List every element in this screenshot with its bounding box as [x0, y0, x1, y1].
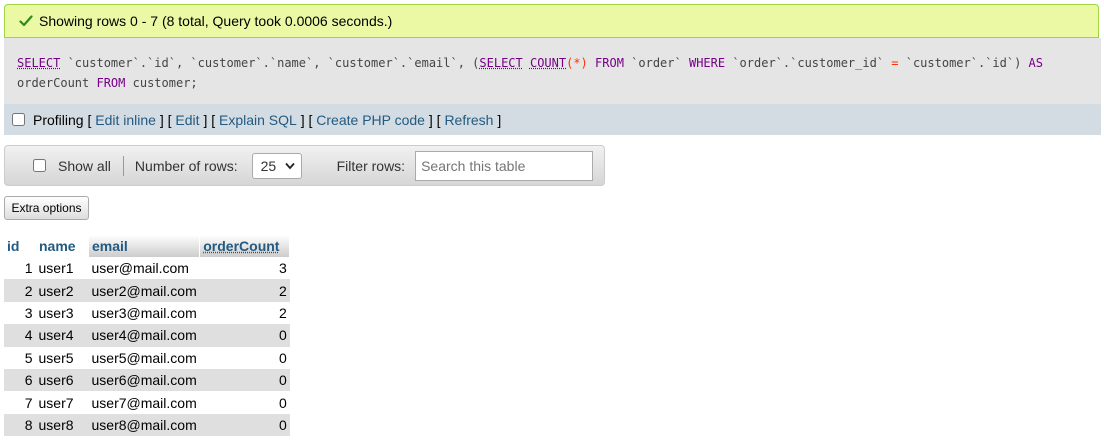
sql-token: COUNT: [529, 56, 567, 70]
sql-token: SELECT: [479, 56, 523, 70]
profiling-checkbox[interactable]: [12, 113, 25, 126]
table-row[interactable]: 3 user3 user3@mail.com 2: [4, 301, 290, 325]
cell-name[interactable]: user5: [35, 346, 89, 369]
column-header-email[interactable]: email: [88, 235, 201, 257]
cell-name[interactable]: user4: [35, 324, 89, 347]
profiling-label: Profiling: [33, 111, 84, 128]
sql-token: WHERE: [688, 56, 726, 70]
sql-token: FROM: [595, 56, 624, 70]
table-row[interactable]: 2 user2 user2@mail.com 2: [4, 279, 290, 302]
cell-name[interactable]: user7: [35, 391, 89, 414]
cell-id[interactable]: 7: [4, 391, 36, 414]
cell-ordercount[interactable]: 0: [199, 413, 290, 437]
show-all-checkbox[interactable]: [33, 159, 46, 172]
sql-token: FROM: [96, 76, 126, 90]
cell-email[interactable]: user5@mail.com: [88, 346, 200, 369]
sql-token: `order`.`customer_id`: [725, 56, 892, 70]
chevron-down-icon: [284, 162, 295, 169]
table-row[interactable]: 8 user8 user8@mail.com 0: [4, 413, 290, 437]
cell-email[interactable]: user4@mail.com: [88, 324, 200, 347]
cell-id[interactable]: 3: [4, 301, 36, 325]
cell-id[interactable]: 6: [4, 368, 36, 392]
create-php-code-link[interactable]: Create PHP code: [316, 112, 425, 128]
cell-id[interactable]: 1: [4, 257, 36, 280]
cell-ordercount[interactable]: 0: [199, 324, 290, 347]
sql-token: `customer`.`id`): [898, 56, 1029, 70]
cell-id[interactable]: 8: [4, 413, 36, 437]
cell-id[interactable]: 4: [4, 324, 36, 347]
cell-ordercount[interactable]: 2: [199, 279, 290, 302]
cell-ordercount[interactable]: 2: [199, 301, 290, 325]
filter-rows-label: Filter rows:: [336, 157, 406, 174]
cell-name[interactable]: user1: [35, 257, 89, 280]
cell-email[interactable]: user7@mail.com: [88, 391, 200, 414]
extra-options-button[interactable]: Extra options: [4, 196, 89, 220]
cell-ordercount[interactable]: 3: [199, 257, 290, 280]
cell-email[interactable]: user3@mail.com: [88, 301, 200, 325]
table-row[interactable]: 6 user6 user6@mail.com 0: [4, 368, 290, 392]
filter-rows-input[interactable]: [415, 150, 594, 181]
column-header-ordercount[interactable]: orderCount: [199, 235, 291, 257]
column-header-id[interactable]: id: [4, 235, 36, 257]
success-message-bar: Showing rows 0 - 7 (8 total, Query took …: [4, 4, 1099, 38]
edit-inline-link[interactable]: Edit inline: [95, 112, 156, 128]
cell-ordercount[interactable]: 0: [199, 368, 290, 392]
cell-name[interactable]: user6: [35, 368, 89, 392]
results-table: id name email orderCount 1 user1 user@mail…: [4, 235, 291, 437]
edit-link[interactable]: Edit: [175, 112, 199, 128]
sql-token: customer;: [125, 76, 198, 90]
sql-token: SELECT: [17, 56, 61, 70]
checkmark-icon: [19, 15, 33, 27]
table-row[interactable]: 4 user4 user4@mail.com 0: [4, 324, 290, 347]
table-row[interactable]: 5 user5 user5@mail.com 0: [4, 346, 290, 369]
cell-ordercount[interactable]: 0: [199, 346, 290, 369]
cell-email[interactable]: user@mail.com: [88, 257, 200, 280]
sql-token: `order`: [623, 56, 689, 70]
cell-name[interactable]: user2: [35, 279, 89, 302]
cell-email[interactable]: user6@mail.com: [88, 368, 200, 392]
cell-id[interactable]: 2: [4, 279, 36, 302]
cell-name[interactable]: user3: [35, 301, 89, 325]
number-of-rows-select[interactable]: 25: [251, 152, 302, 179]
sql-token: `customer`.`id`, `customer`.`name`, `cus…: [60, 56, 480, 70]
refresh-link[interactable]: Refresh: [444, 112, 493, 128]
sql-token: orderCount: [17, 76, 90, 90]
number-of-rows-label: Number of rows:: [134, 157, 238, 174]
sql-token: (*): [566, 56, 588, 70]
cell-id[interactable]: 5: [4, 346, 36, 369]
sql-token: =: [891, 56, 899, 70]
success-message-text: Showing rows 0 - 7 (8 total, Query took …: [39, 13, 393, 29]
cell-name[interactable]: user8: [35, 413, 89, 437]
divider: [122, 155, 124, 176]
table-row[interactable]: 1 user1 user@mail.com 3: [4, 257, 290, 280]
cell-ordercount[interactable]: 0: [199, 391, 290, 414]
number-of-rows-value: 25: [260, 157, 277, 174]
explain-sql-link[interactable]: Explain SQL: [219, 112, 297, 128]
table-row[interactable]: 7 user7 user7@mail.com 0: [4, 391, 290, 414]
cell-email[interactable]: user2@mail.com: [88, 279, 200, 302]
column-header-name[interactable]: name: [35, 235, 89, 257]
table-header-row: id name email orderCount: [4, 235, 291, 257]
sql-query-display[interactable]: SELECT `customer`.`id`, `customer`.`name…: [4, 38, 1101, 104]
cell-email[interactable]: user8@mail.com: [88, 413, 200, 437]
table-navigation-bar: Show all Number of rows: 25 Filter rows:: [4, 145, 605, 186]
profiling-bar: Profiling [ Edit inline ] [ Edit ] [ Exp…: [4, 104, 1101, 135]
sql-token: AS: [1028, 56, 1043, 70]
show-all-label: Show all: [58, 157, 111, 174]
